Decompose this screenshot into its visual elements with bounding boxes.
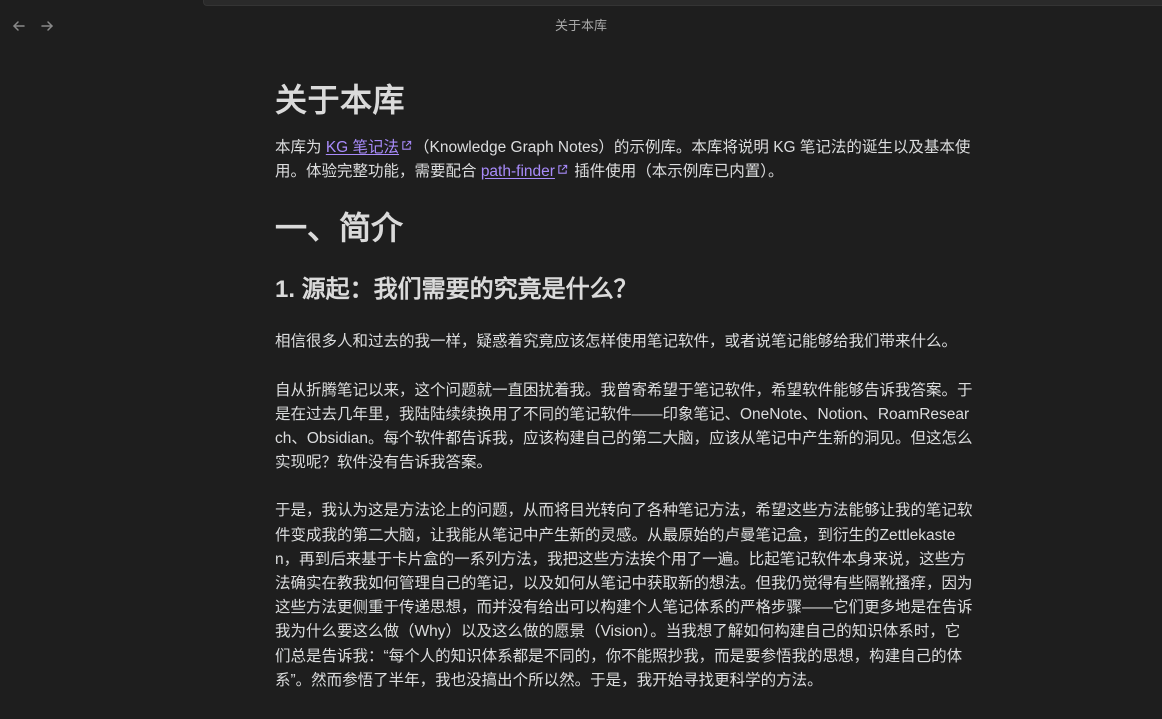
external-link-icon <box>402 140 412 150</box>
intro-text-3: 插件使用（本示例库已内置）。 <box>569 163 784 181</box>
title-bar: 关于本库 <box>0 0 1162 52</box>
note-content: 关于本库 本库为 KG 笔记法 （Knowledge Graph Notes）的示… <box>275 72 975 693</box>
heading-origin: 1. 源起：我们需要的究竟是什么？ <box>275 276 638 304</box>
heading-introduction: 一、简介 <box>275 210 404 247</box>
paragraph-3: 于是，我认为这是方法论上的问题，从而将目光转向了各种笔记方法，希望这些方法能够让… <box>275 502 973 689</box>
intro-paragraph: 本库为 KG 笔记法 （Knowledge Graph Notes）的示例库。本库… <box>275 136 975 184</box>
tab-strip <box>203 0 1162 6</box>
path-finder-link[interactable]: path-finder <box>481 163 555 180</box>
paragraph-1: 相信很多人和过去的我一样，疑惑着究竟应该怎样使用笔记软件，或者说笔记能够给我们带… <box>275 333 958 351</box>
page-title: 关于本库 <box>275 82 406 118</box>
view-header-title[interactable]: 关于本库 <box>0 16 1162 36</box>
kg-notes-link[interactable]: KG 笔记法 <box>326 139 399 156</box>
paragraph-2: 自从折腾笔记以来，这个问题就一直困扰着我。我曾寄希望于笔记软件，希望软件能够告诉… <box>275 381 973 472</box>
external-link-icon <box>558 165 568 174</box>
intro-text-1: 本库为 <box>275 139 326 156</box>
